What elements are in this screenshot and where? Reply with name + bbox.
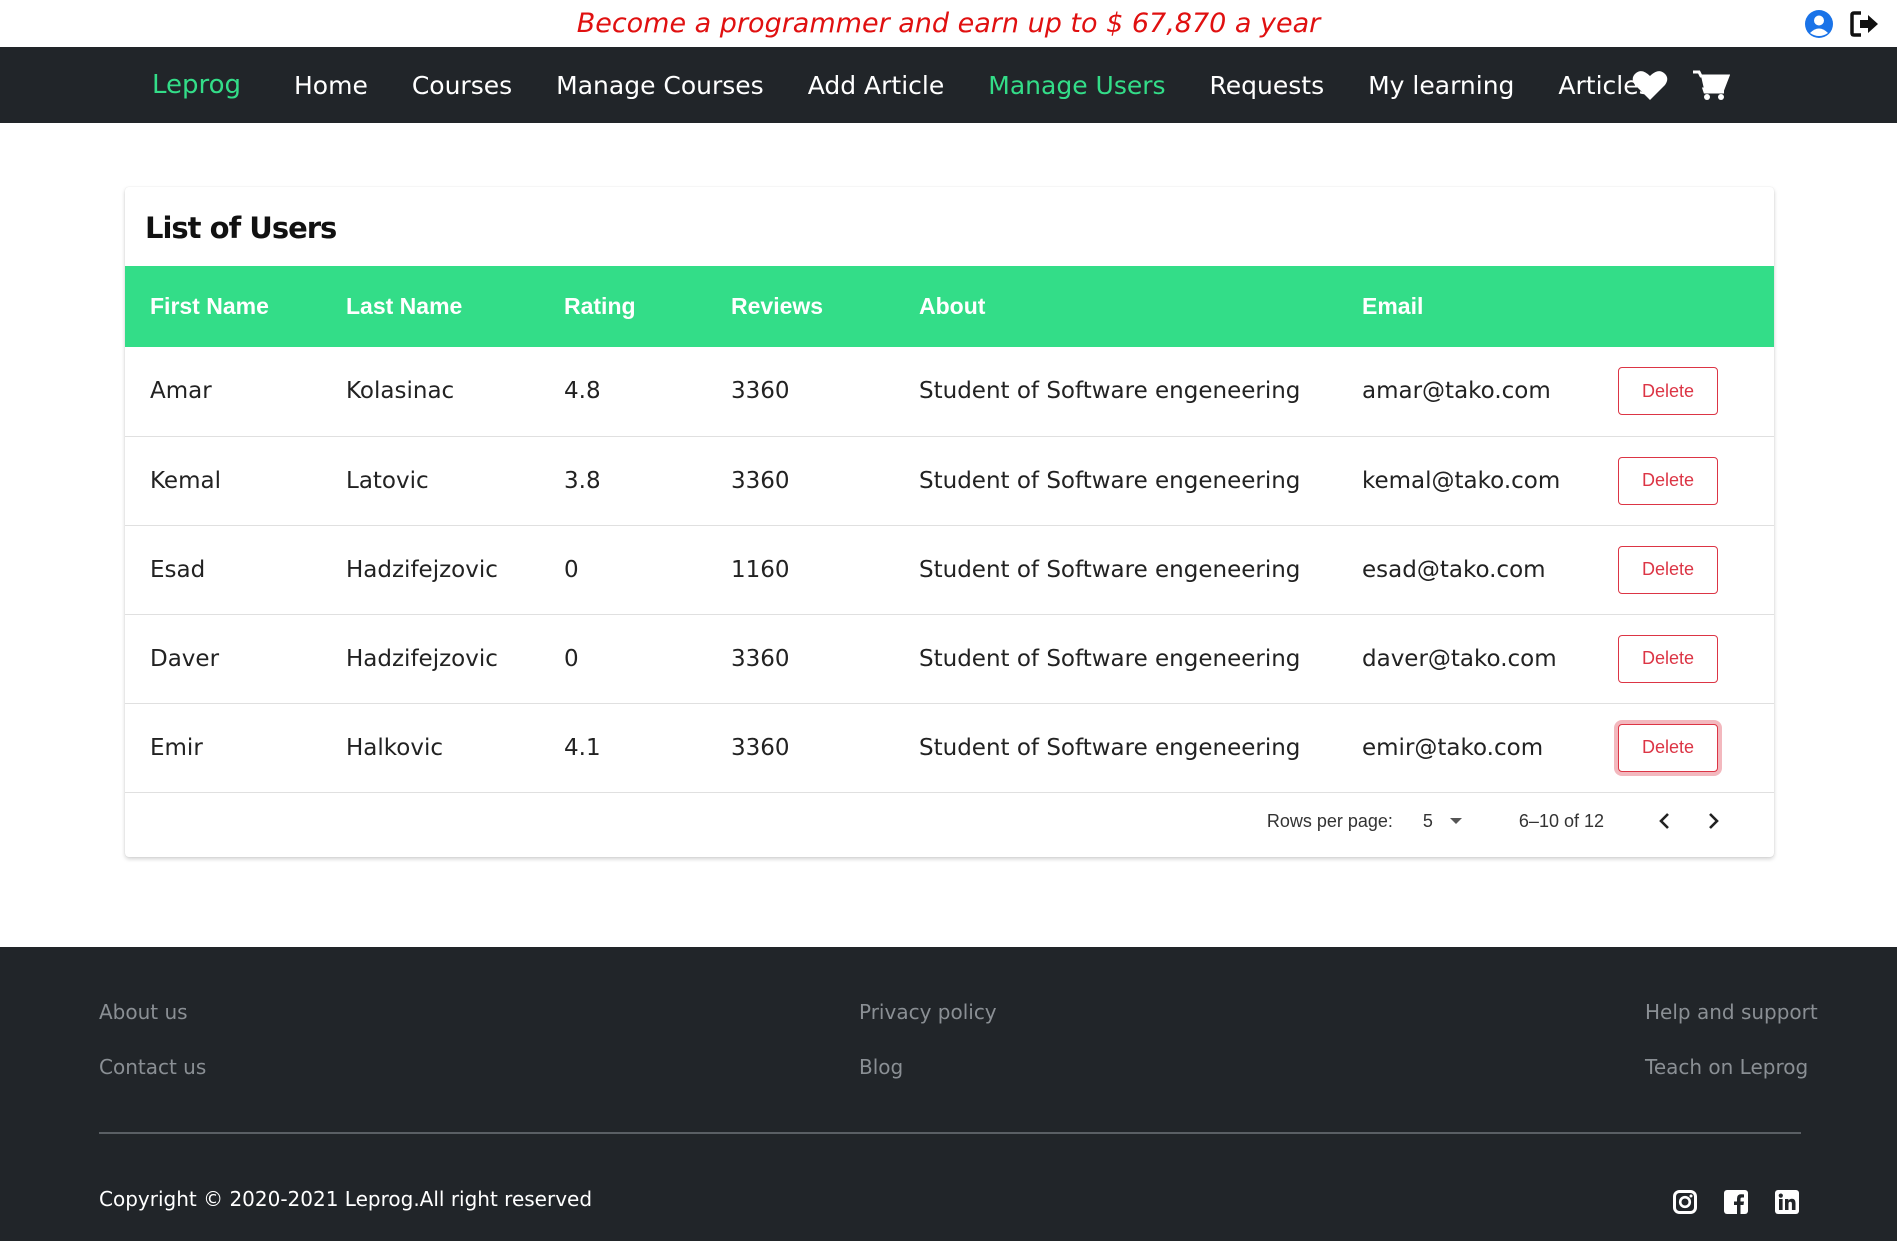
card-title: List of Users xyxy=(145,211,337,245)
column-header-reviews: Reviews xyxy=(731,293,824,319)
cell-first-name: Amar xyxy=(150,378,212,405)
table-row: Esad Hadzifejzovic 0 1160 Student of Sof… xyxy=(125,525,1774,614)
cell-last-name: Halkovic xyxy=(346,734,443,761)
cell-reviews: 1160 xyxy=(731,556,790,583)
footer-link-blog[interactable]: Blog xyxy=(859,1055,903,1079)
delete-button[interactable]: Delete xyxy=(1618,723,1718,772)
instagram-icon[interactable] xyxy=(1673,1190,1697,1214)
cell-last-name: Hadzifejzovic xyxy=(346,645,498,672)
cell-reviews: 3360 xyxy=(731,734,790,761)
next-page-button[interactable] xyxy=(1694,801,1734,841)
nav-link-add-article[interactable]: Add Article xyxy=(808,71,945,100)
column-header-actions xyxy=(1618,266,1774,347)
cell-rating: 0 xyxy=(564,556,579,583)
caret-down-icon xyxy=(1449,818,1462,824)
footer-link-privacy-policy[interactable]: Privacy policy xyxy=(859,1000,997,1024)
cell-email: amar@tako.com xyxy=(1362,378,1551,405)
table-row: Daver Hadzifejzovic 0 3360 Student of So… xyxy=(125,614,1774,703)
delete-button[interactable]: Delete xyxy=(1618,456,1718,505)
user-circle-icon[interactable] xyxy=(1803,8,1835,40)
cell-rating: 3.8 xyxy=(564,467,601,494)
cell-actions: Delete xyxy=(1618,436,1774,525)
chevron-right-icon xyxy=(1709,813,1719,829)
footer-link-contact-us[interactable]: Contact us xyxy=(99,1055,206,1079)
delete-button[interactable]: Delete xyxy=(1618,367,1718,416)
footer-link-about-us[interactable]: About us xyxy=(99,1000,188,1024)
cell-reviews: 3360 xyxy=(731,467,790,494)
cell-reviews: 3360 xyxy=(731,645,790,672)
footer-divider xyxy=(99,1132,1801,1134)
cell-actions: Delete xyxy=(1618,614,1774,703)
chevron-left-icon xyxy=(1659,813,1669,829)
column-header-about: About xyxy=(919,293,986,319)
column-header-first-name: First Name xyxy=(150,293,269,319)
cell-about: Student of Software engeneering xyxy=(919,378,1301,405)
nav-icons xyxy=(1632,47,1730,123)
users-card: List of Users First Name Last Name Ratin… xyxy=(125,187,1774,857)
copyright-text: Copyright © 2020-2021 Leprog.All right r… xyxy=(99,1187,593,1211)
promo-bar: Become a programmer and earn up to $ 67,… xyxy=(0,0,1897,47)
sign-out-icon[interactable] xyxy=(1849,8,1881,40)
nav-link-courses[interactable]: Courses xyxy=(412,71,512,100)
users-table: First Name Last Name Rating Reviews Abou… xyxy=(125,266,1774,793)
nav-link-manage-users[interactable]: Manage Users xyxy=(988,71,1165,100)
footer-link-teach-on-leprog[interactable]: Teach on Leprog xyxy=(1645,1055,1808,1079)
delete-button[interactable]: Delete xyxy=(1618,545,1718,594)
heart-icon[interactable] xyxy=(1632,69,1668,101)
cell-about: Student of Software engeneering xyxy=(919,467,1301,494)
cell-rating: 4.1 xyxy=(564,734,601,761)
nav-link-my-learning[interactable]: My learning xyxy=(1368,71,1514,100)
cell-first-name: Emir xyxy=(150,734,203,761)
cell-email: kemal@tako.com xyxy=(1362,467,1561,494)
column-header-last-name: Last Name xyxy=(346,293,463,319)
table-header-row: First Name Last Name Rating Reviews Abou… xyxy=(125,266,1774,347)
column-header-rating: Rating xyxy=(564,293,636,319)
table-row: Kemal Latovic 3.8 3360 Student of Softwa… xyxy=(125,436,1774,525)
top-icons xyxy=(1803,8,1881,40)
main-navbar: Leprog Home Courses Manage Courses Add A… xyxy=(0,47,1897,123)
cell-rating: 0 xyxy=(564,645,579,672)
cell-email: esad@tako.com xyxy=(1362,556,1546,583)
cell-about: Student of Software engeneering xyxy=(919,734,1301,761)
footer-link-help-and-support[interactable]: Help and support xyxy=(1645,1000,1818,1024)
rows-per-page-select[interactable]: 5 xyxy=(1423,811,1463,832)
cell-about: Student of Software engeneering xyxy=(919,556,1301,583)
cell-last-name: Latovic xyxy=(346,467,429,494)
cell-rating: 4.8 xyxy=(564,378,601,405)
cell-actions: Delete xyxy=(1618,347,1774,436)
promo-text: Become a programmer and earn up to $ 67,… xyxy=(576,8,1321,39)
cell-first-name: Kemal xyxy=(150,467,221,494)
nav-link-home[interactable]: Home xyxy=(294,71,368,100)
table-pagination: Rows per page: 5 6–10 of 12 xyxy=(125,791,1774,851)
nav-link-manage-courses[interactable]: Manage Courses xyxy=(556,71,764,100)
table-row: Emir Halkovic 4.1 3360 Student of Softwa… xyxy=(125,703,1774,792)
cell-last-name: Kolasinac xyxy=(346,378,455,405)
cell-actions: Delete xyxy=(1618,525,1774,614)
cell-first-name: Esad xyxy=(150,556,206,583)
cell-email: daver@tako.com xyxy=(1362,645,1557,672)
cell-first-name: Daver xyxy=(150,645,220,672)
cell-reviews: 3360 xyxy=(731,378,790,405)
page-range-text: 6–10 of 12 xyxy=(1518,810,1604,831)
cell-about: Student of Software engeneering xyxy=(919,645,1301,672)
previous-page-button[interactable] xyxy=(1644,801,1684,841)
footer: About us Contact us Privacy policy Blog … xyxy=(0,947,1897,1241)
nav-links: Home Courses Manage Courses Add Article … xyxy=(294,47,1696,123)
column-header-email: Email xyxy=(1362,293,1424,319)
linkedin-icon[interactable] xyxy=(1775,1190,1799,1214)
delete-button[interactable]: Delete xyxy=(1618,634,1718,683)
rows-per-page-label: Rows per page: xyxy=(1266,810,1393,831)
cell-last-name: Hadzifejzovic xyxy=(346,556,498,583)
rows-per-page-value: 5 xyxy=(1422,810,1433,831)
nav-link-requests[interactable]: Requests xyxy=(1210,71,1325,100)
cart-icon[interactable] xyxy=(1692,69,1730,101)
cell-email: emir@tako.com xyxy=(1362,734,1544,761)
cell-actions: Delete xyxy=(1618,703,1774,792)
table-row: Amar Kolasinac 4.8 3360 Student of Softw… xyxy=(125,347,1774,436)
brand-link[interactable]: Leprog xyxy=(152,70,241,100)
facebook-icon[interactable] xyxy=(1724,1190,1748,1214)
